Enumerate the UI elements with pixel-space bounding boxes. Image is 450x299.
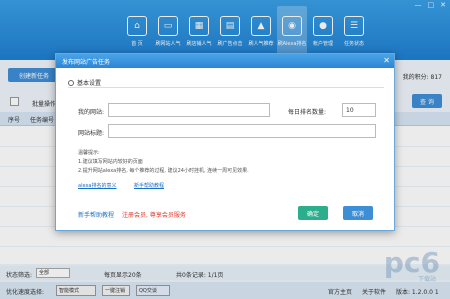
hint-line-1: 1.建议填写网站内较好的页面 [78,159,143,165]
title-label: 网站标题: [78,130,105,137]
publish-task-dialog: 发布网站广告任务 ✕ 基本设置 我的网站: 每日排名数量: 10 网站标题: 温… [55,53,395,231]
confirm-button[interactable]: 确定 [298,206,328,220]
new-help-link[interactable]: 新手帮助教程 [78,210,114,219]
dialog-title: 发布网站广告任务 [56,54,394,68]
url-label: 我的网站: [78,109,105,116]
cancel-button[interactable]: 取消 [343,206,373,220]
section-title: 基本设置 [77,80,102,87]
hint-heading: 温馨提示: [78,150,100,156]
alexa-meaning-link[interactable]: alexa排名的意义 [78,182,116,189]
dialog-close-icon[interactable]: ✕ [383,56,390,65]
section-divider [68,87,384,88]
section-bullet-icon [68,79,74,86]
member-note[interactable]: 注册会员, 尊享会员服务 [122,210,186,219]
url-input[interactable] [108,103,270,117]
title-input[interactable] [108,124,376,138]
help-tutorial-link[interactable]: 新手帮助教程 [134,182,164,189]
rank-count-input[interactable]: 10 [342,103,376,117]
basic-settings-section: 基本设置 [68,78,101,87]
rank-count-label: 每日排名数量: [288,109,327,116]
hint-line-2: 2.提升网站alexa排名, 每个推荐的过程, 建议24小时挂机, 连续一周可见… [78,168,249,174]
